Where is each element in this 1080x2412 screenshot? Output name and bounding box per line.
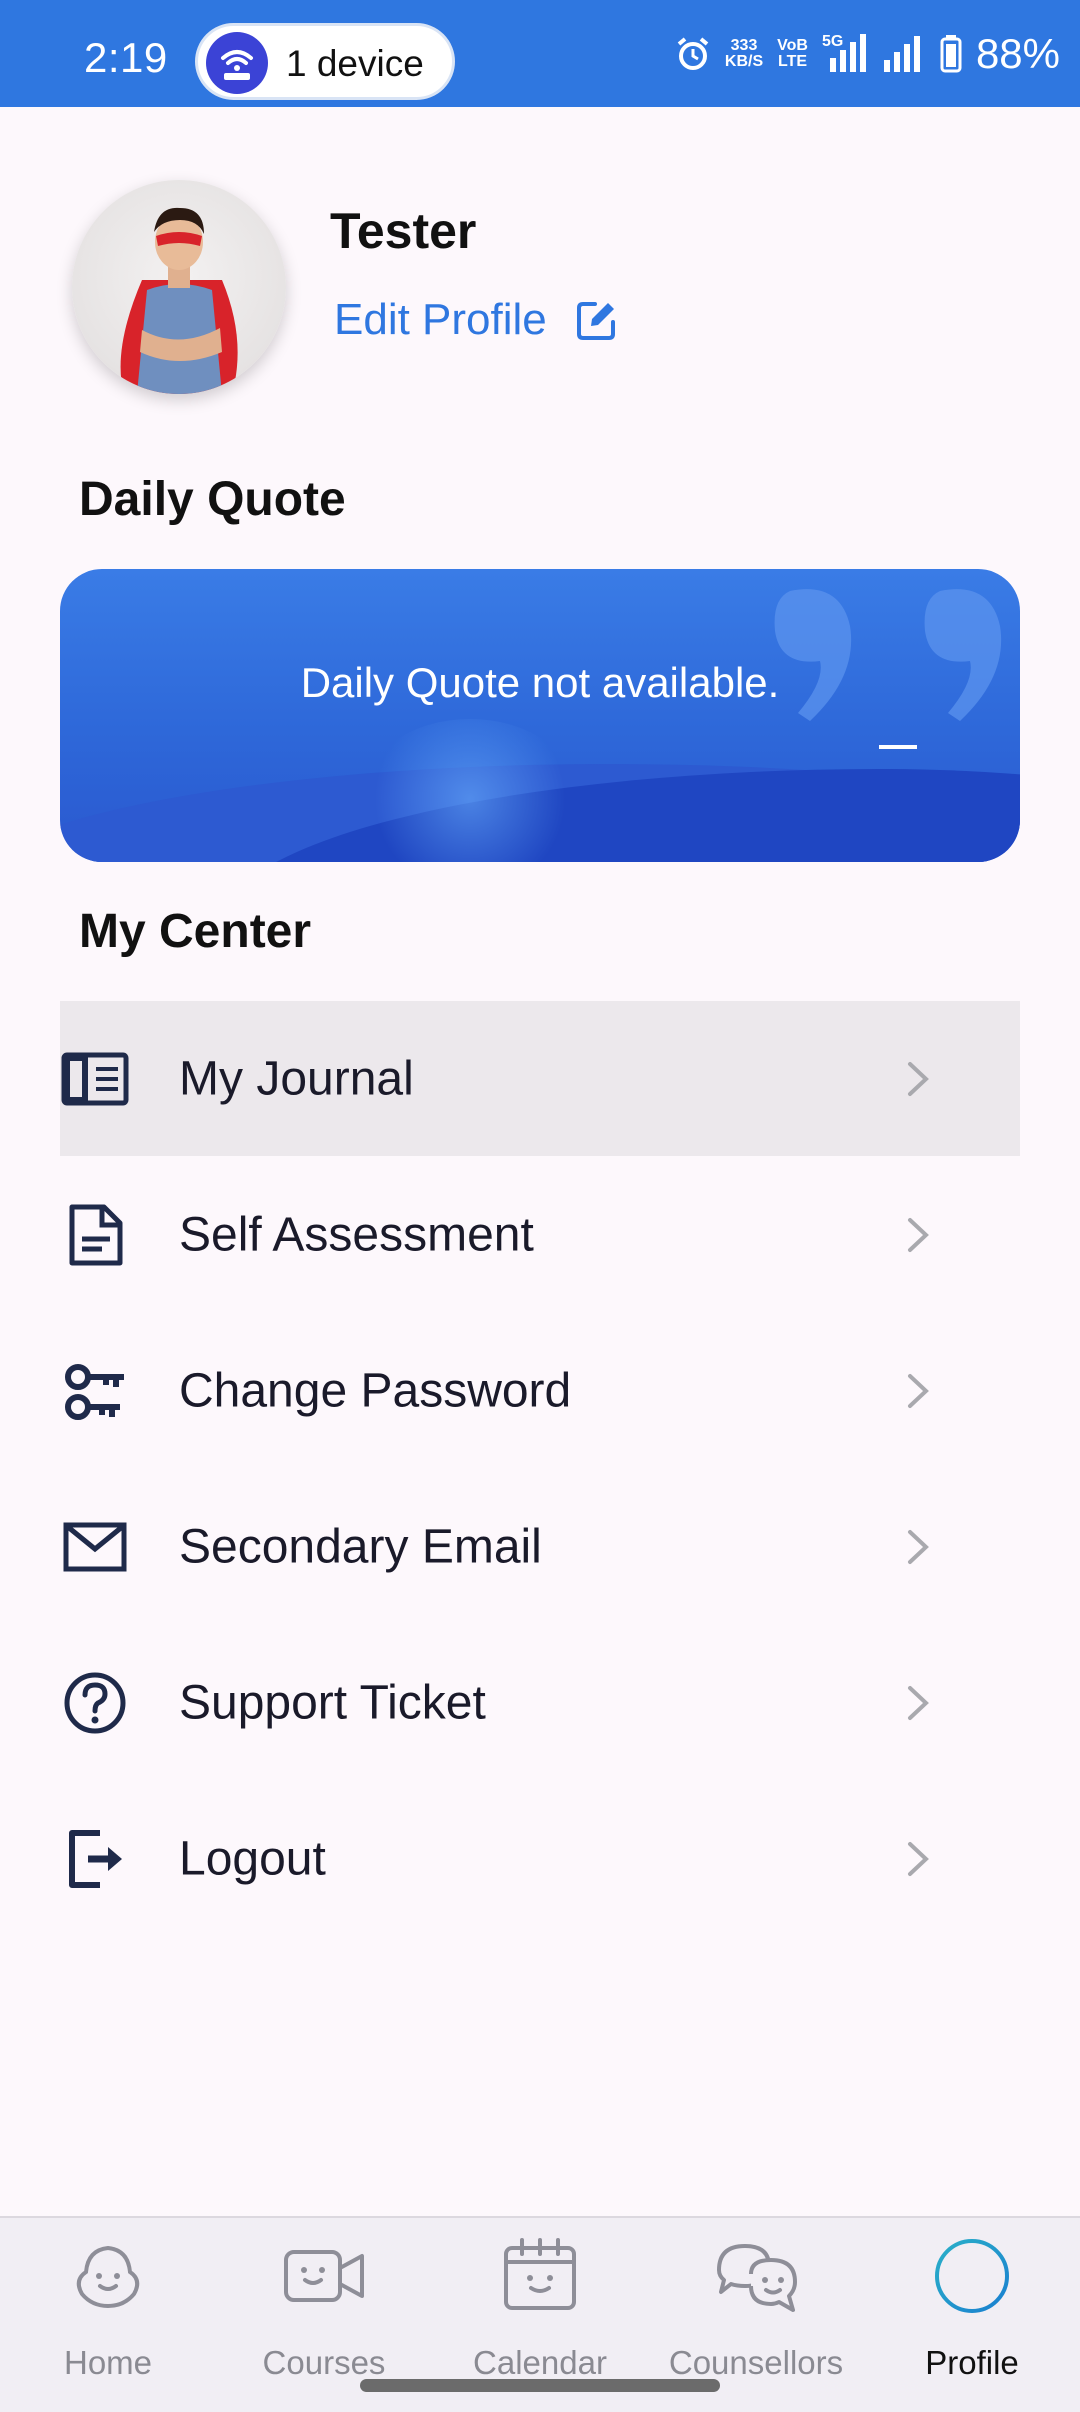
- tab-home[interactable]: Home: [8, 2234, 208, 2384]
- chat-icon: [717, 2244, 797, 2312]
- status-bar: 2:19 1 device 333 KB/S VoB LTE 5G 88%: [0, 0, 1080, 107]
- my-center-title: My Center: [79, 905, 312, 958]
- video-icon: [284, 2250, 364, 2302]
- signal-5g-icon: 5G: [822, 34, 868, 74]
- chevron-right-icon: [908, 1373, 929, 1408]
- avatar[interactable]: [72, 180, 286, 394]
- menu-item-label: Support Ticket: [179, 1676, 486, 1729]
- signal-icon: [883, 36, 920, 72]
- volte-indicator: VoB LTE: [777, 38, 808, 70]
- home-icon: [76, 2245, 140, 2309]
- menu-item-label: Self Assessment: [179, 1208, 534, 1261]
- profile-icon: [935, 2239, 1009, 2313]
- daily-quote-title: Daily Quote: [79, 473, 346, 526]
- menu-item-logout[interactable]: Logout: [60, 1781, 1020, 1936]
- edit-icon: [576, 302, 615, 340]
- home-indicator[interactable]: [360, 2379, 720, 2392]
- help-icon: [64, 1672, 126, 1733]
- quote-glow: [360, 719, 580, 862]
- edit-profile-label: Edit Profile: [334, 295, 547, 344]
- tab-calendar[interactable]: Calendar: [440, 2234, 640, 2384]
- chevron-right-icon: [908, 1685, 929, 1720]
- battery-level: 88%: [975, 30, 1060, 77]
- tab-label: Profile: [925, 2344, 1019, 2381]
- key-icon: [65, 1363, 124, 1420]
- menu-item-change-password[interactable]: Change Password: [60, 1313, 1020, 1468]
- menu-item-support-ticket[interactable]: Support Ticket: [60, 1625, 1020, 1780]
- menu-item-self-assessment[interactable]: Self Assessment: [60, 1157, 1020, 1312]
- status-time: 2:19: [84, 34, 168, 81]
- net-speed-value: 333: [730, 37, 758, 54]
- document-icon: [69, 1204, 123, 1265]
- volte-top: VoB: [777, 37, 808, 54]
- hotspot-label: 1 device: [286, 43, 424, 84]
- edit-profile-link[interactable]: Edit Profile: [334, 295, 619, 345]
- battery-icon: [940, 35, 962, 73]
- avatar-image: [120, 207, 238, 394]
- menu-item-my-journal[interactable]: My Journal: [60, 1001, 1020, 1156]
- calendar-icon: [504, 2238, 576, 2310]
- chevron-right-icon: [908, 1841, 929, 1876]
- chevron-right-icon: [908, 1061, 929, 1096]
- daily-quote-card: Daily Quote not available.: [60, 569, 1020, 862]
- logout-icon: [69, 1829, 122, 1888]
- daily-quote-text: Daily Quote not available.: [300, 659, 780, 706]
- tab-label: Counsellors: [668, 2344, 844, 2381]
- tab-counsellors[interactable]: Counsellors: [656, 2234, 856, 2384]
- menu-item-secondary-email[interactable]: Secondary Email: [60, 1469, 1020, 1624]
- quote-dash: [879, 745, 917, 749]
- chevron-right-icon: [908, 1529, 929, 1564]
- net-speed-unit: KB/S: [724, 53, 764, 70]
- hotspot-icon: [206, 32, 268, 94]
- menu-item-label: Change Password: [179, 1364, 572, 1417]
- tab-courses[interactable]: Courses: [224, 2234, 424, 2384]
- journal-icon: [61, 1052, 129, 1105]
- profile-name: Tester: [330, 203, 477, 259]
- tab-profile[interactable]: Profile: [872, 2234, 1072, 2384]
- menu-item-label: Logout: [179, 1832, 326, 1885]
- tab-label: Home: [63, 2344, 153, 2381]
- status-icons: 333 KB/S VoB LTE 5G 88%: [675, 30, 1060, 77]
- tab-label: Calendar: [473, 2344, 607, 2381]
- volte-bottom: LTE: [778, 53, 808, 70]
- hotspot-indicator[interactable]: 1 device: [195, 23, 455, 100]
- tab-label: Courses: [262, 2344, 386, 2381]
- chevron-right-icon: [908, 1217, 929, 1252]
- alarm-icon: [677, 37, 709, 70]
- menu-item-label: Secondary Email: [179, 1520, 542, 1573]
- net-speed: 333 KB/S: [725, 38, 763, 70]
- mail-icon: [63, 1522, 127, 1571]
- menu-item-label: My Journal: [179, 1052, 414, 1105]
